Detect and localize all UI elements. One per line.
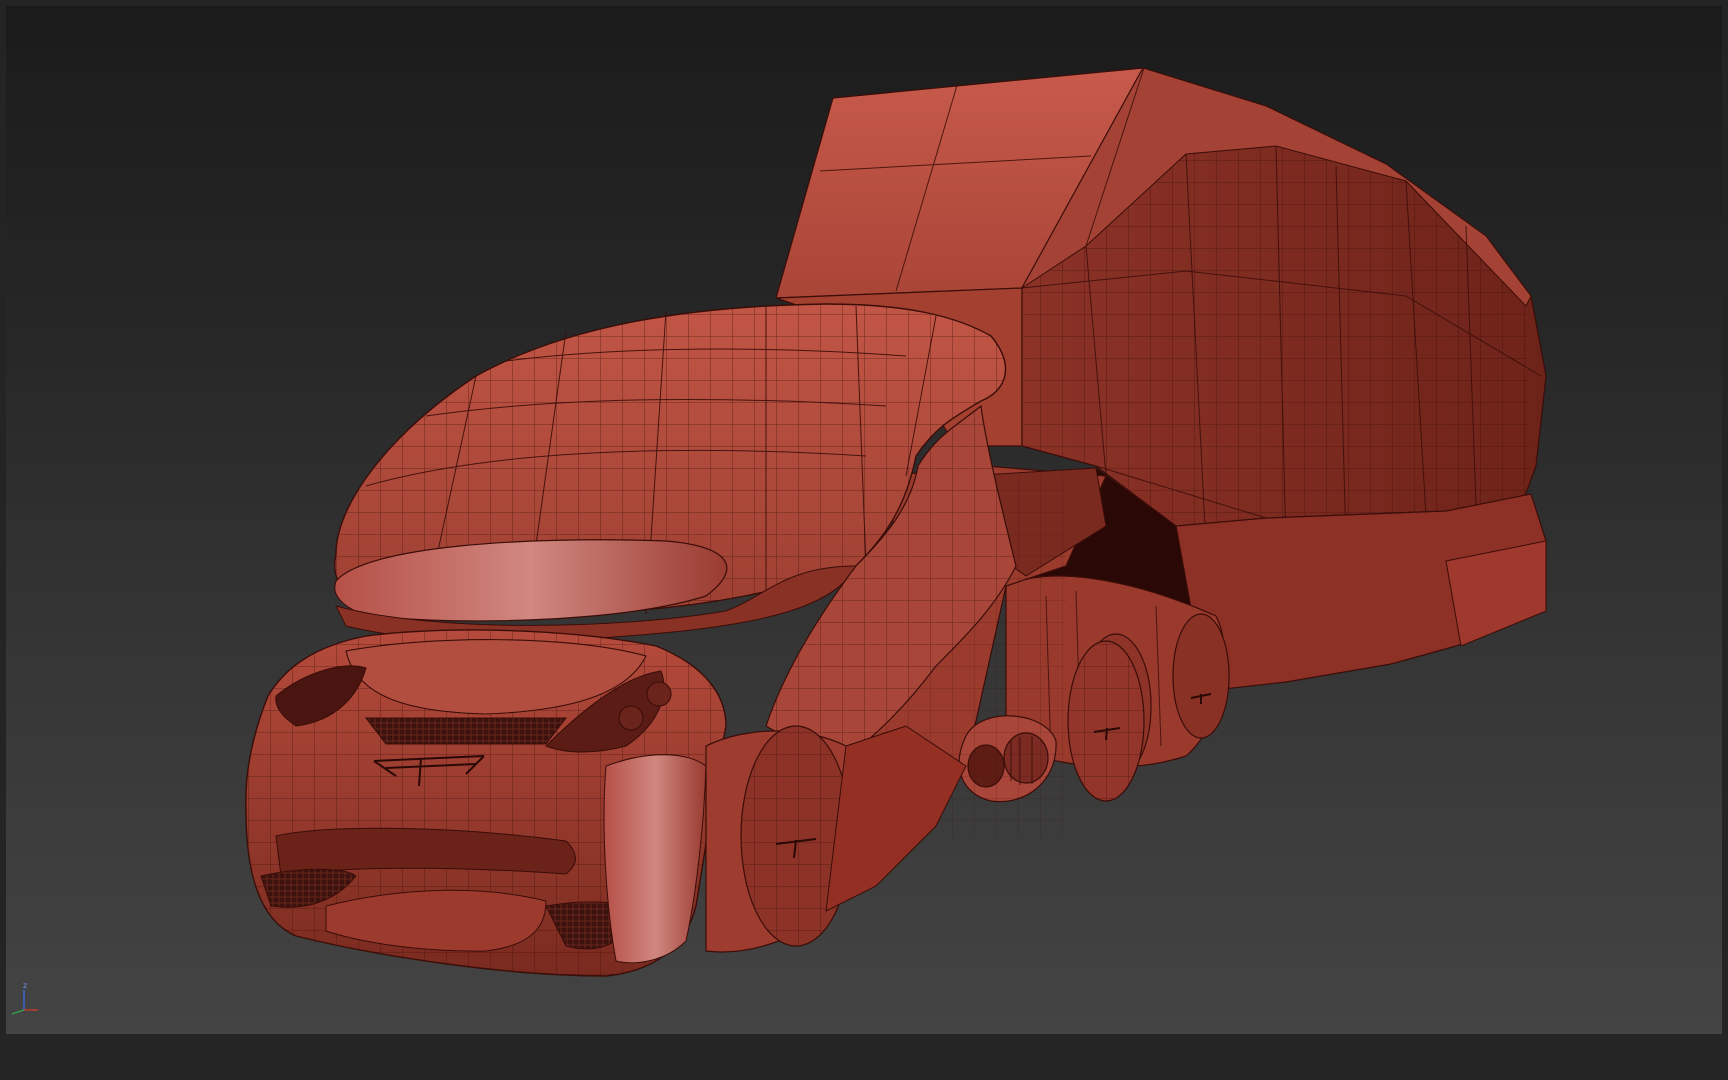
- 3d-viewport[interactable]: [6, 6, 1722, 1034]
- app-window: z: [0, 0, 1728, 1080]
- axis-gizmo: z: [4, 980, 44, 1020]
- bottom-bar: [0, 1034, 1728, 1080]
- z-axis-label: z: [23, 981, 27, 990]
- middle-wheel-pod[interactable]: [1067, 640, 1145, 802]
- front-nose[interactable]: [245, 629, 727, 977]
- y-axis-line: [11, 1009, 25, 1015]
- front-wheel-pod[interactable]: [705, 725, 967, 953]
- vehicle-model[interactable]: [6, 6, 1722, 1034]
